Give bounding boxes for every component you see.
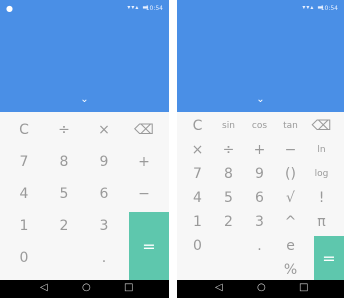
back-icon[interactable]: ◁ [40,283,48,293]
parentheses-key[interactable]: () [275,162,306,186]
plus-key[interactable]: + [124,146,164,178]
result-display: ▾▾▴ ▬ 10:54 ⌄ [177,0,344,112]
digit-7-key[interactable]: 7 [4,146,44,178]
plus-key[interactable]: + [244,138,275,162]
system-nav-bar: ◁ ○ □ [177,280,344,298]
status-bar: ▾▾▴ ▬ 10:54 [177,0,344,18]
digit-8-key[interactable]: 8 [213,162,244,186]
clear-key[interactable]: C [182,114,213,138]
tan-key[interactable]: tan [275,114,306,138]
euler-key[interactable]: e [275,234,306,258]
result-display: ● ▾▾▴ ▬ 10:54 ⌄ [0,0,169,112]
chevron-down-icon[interactable]: ⌄ [256,95,264,105]
recents-icon[interactable]: □ [299,283,308,293]
digit-4-key[interactable]: 4 [182,186,213,210]
digit-6-key[interactable]: 6 [244,186,275,210]
home-icon[interactable]: ○ [257,283,266,293]
equals-button[interactable]: = [129,212,169,280]
equals-button[interactable]: = [314,236,344,280]
digit-5-key[interactable]: 5 [213,186,244,210]
digit-9-key[interactable]: 9 [244,162,275,186]
digit-1-key[interactable]: 1 [182,210,213,234]
percent-key[interactable]: % [275,258,306,282]
digit-5-key[interactable]: 5 [44,178,84,210]
power-key[interactable]: ^ [275,210,306,234]
digit-2-key[interactable]: 2 [44,210,84,242]
digit-3-key[interactable]: 3 [84,210,124,242]
digit-1-key[interactable]: 1 [4,210,44,242]
system-nav-bar: ◁ ○ □ [0,280,169,298]
sqrt-key[interactable]: √ [275,186,306,210]
chevron-down-icon[interactable]: ⌄ [80,95,88,105]
clear-key[interactable]: C [4,114,44,146]
divide-key[interactable]: ÷ [213,138,244,162]
multiply-key[interactable]: × [84,114,124,146]
backspace-key[interactable]: ⌫ [306,114,337,138]
backspace-key[interactable]: ⌫ [124,114,164,146]
digit-8-key[interactable]: 8 [44,146,84,178]
screen-divider [169,0,177,298]
digit-9-key[interactable]: 9 [84,146,124,178]
decimal-key[interactable]: . [244,234,275,258]
status-bar: ● ▾▾▴ ▬ 10:54 [0,0,169,18]
digit-0-key[interactable]: 0 [182,234,213,258]
digit-4-key[interactable]: 4 [4,178,44,210]
digit-2-key[interactable]: 2 [213,210,244,234]
minus-key[interactable]: − [275,138,306,162]
decimal-key[interactable]: . [84,242,124,274]
pi-key[interactable]: π [306,210,337,234]
multiply-key[interactable]: × [182,138,213,162]
status-time: 10:54 [145,5,163,12]
notification-icon: ● [6,4,13,13]
sin-key[interactable]: sin [213,114,244,138]
digit-7-key[interactable]: 7 [182,162,213,186]
digit-6-key[interactable]: 6 [84,178,124,210]
log-key[interactable]: log [306,162,337,186]
digit-3-key[interactable]: 3 [244,210,275,234]
digit-0-key[interactable]: 0 [4,242,44,274]
recents-icon[interactable]: □ [124,283,133,293]
minus-key[interactable]: − [124,178,164,210]
divide-key[interactable]: ÷ [44,114,84,146]
status-time: 10:54 [320,5,338,12]
calculator-basic-screen: ● ▾▾▴ ▬ 10:54 ⌄ C ÷ × ⌫ 7 8 9 +4 5 6− 1 2 3 0. = ◁ ○ … [0,0,169,298]
factorial-key[interactable]: ! [306,186,337,210]
calculator-scientific-screen: ▾▾▴ ▬ 10:54 ⌄ Csin cos tan ⌫ × ÷ + − ln 7 8 9() log 4… [177,0,344,298]
back-icon[interactable]: ◁ [215,283,223,293]
ln-key[interactable]: ln [306,138,337,162]
home-icon[interactable]: ○ [82,283,91,293]
cos-key[interactable]: cos [244,114,275,138]
